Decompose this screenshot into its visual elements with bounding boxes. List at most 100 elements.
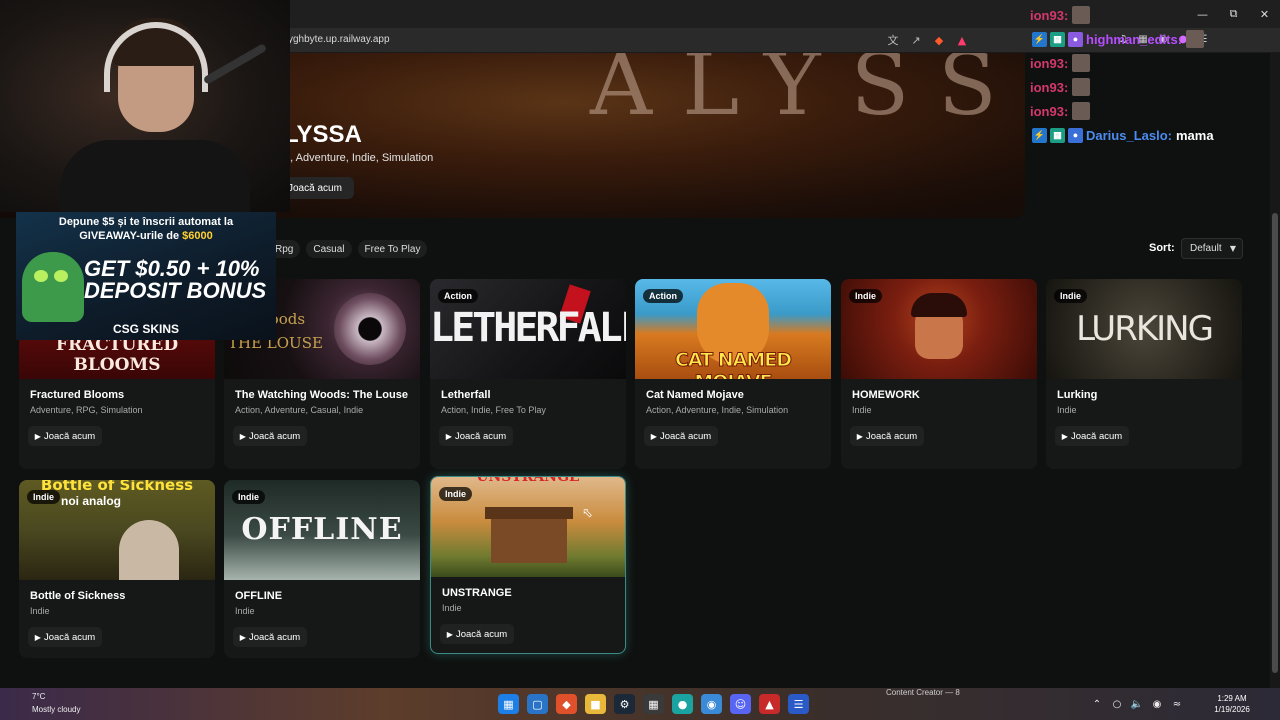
game-tags: Indie bbox=[30, 606, 50, 616]
play-button[interactable]: ▶ Joacă acum bbox=[233, 426, 307, 446]
system-clock[interactable]: 1:29 AM 1/19/2026 bbox=[1208, 693, 1256, 715]
game-tags: Adventure, RPG, Simulation bbox=[30, 405, 143, 415]
play-button[interactable]: ▶ Joacă acum bbox=[28, 426, 102, 446]
genre-badge: Indie bbox=[1054, 289, 1088, 303]
house-roof-graphic bbox=[485, 507, 573, 519]
weather-temperature[interactable]: 7°C bbox=[32, 692, 45, 701]
play-icon: ▶ bbox=[445, 431, 452, 441]
play-button[interactable]: ▶ Joacă acum bbox=[1055, 426, 1129, 446]
play-button[interactable]: ▶ Joacă acum bbox=[28, 627, 102, 647]
edge-icon[interactable]: ● bbox=[672, 694, 693, 714]
house-graphic bbox=[491, 517, 567, 563]
badge-icon: ⚡ bbox=[1032, 31, 1047, 47]
character-hair-graphic bbox=[911, 293, 967, 317]
chat-message: ion93: bbox=[1030, 75, 1250, 99]
thumbnail-subtitle-art: noi analog bbox=[61, 494, 121, 508]
calculator-icon[interactable]: ▦ bbox=[643, 694, 664, 714]
game-thumbnail[interactable]: Bottle of Sickness noi analog Indie bbox=[19, 480, 215, 580]
play-button[interactable]: ▶ Joacă acum bbox=[233, 627, 307, 647]
game-title[interactable]: OFFLINE bbox=[235, 590, 409, 603]
browser-icon[interactable]: ◆ bbox=[556, 694, 577, 714]
volume-icon[interactable]: 🔈 bbox=[1130, 697, 1144, 711]
game-thumbnail[interactable]: Indie bbox=[841, 279, 1037, 379]
game-title[interactable]: The Watching Woods: The Louse bbox=[235, 389, 409, 402]
streamer-webcam bbox=[0, 0, 290, 212]
game-title[interactable]: Cat Named Mojave bbox=[646, 389, 820, 402]
game-thumbnail[interactable]: OFFLINE Indie bbox=[224, 480, 420, 580]
genre-filter-bar: Rpg Casual Free To Play bbox=[268, 240, 428, 258]
play-button[interactable]: ▶ Joacă acum bbox=[439, 426, 513, 446]
thumbnail-title-art: UNSTRANGE bbox=[476, 477, 580, 485]
game-title[interactable]: Fractured Blooms bbox=[30, 389, 204, 402]
play-button[interactable]: ▶ Joacă acum bbox=[850, 426, 924, 446]
system-tray: ⌃ ○ 🔈 ◉ ≈ bbox=[1090, 697, 1184, 711]
weather-description[interactable]: Mostly cloudy bbox=[32, 705, 80, 714]
brave-rewards-icon[interactable]: ▲ bbox=[953, 32, 971, 48]
emote-icon bbox=[1072, 78, 1091, 96]
hero-title: LYSSA bbox=[284, 121, 362, 148]
play-icon: ▶ bbox=[446, 629, 453, 639]
chat-message: ⚡ ▦ ● Darius_Laslo: mama bbox=[1032, 123, 1250, 147]
game-card-bottle-of-sickness[interactable]: Bottle of Sickness noi analog Indie Bott… bbox=[19, 480, 215, 658]
genre-badge: Action bbox=[438, 289, 478, 303]
game-card-offline[interactable]: OFFLINE Indie OFFLINE Indie ▶ Joacă acum bbox=[224, 480, 420, 658]
thumbnail-title-art: LETHERFALL bbox=[430, 305, 626, 351]
game-thumbnail[interactable]: LURKING Indie bbox=[1046, 279, 1242, 379]
game-card-lurking[interactable]: LURKING Indie Lurking Indie ▶ Joacă acum bbox=[1046, 279, 1242, 469]
screen: — ⧉ ✕ yghbyte.up.railway.app 文 ↗ ◆ ▲ ♫ ▦… bbox=[0, 0, 1280, 720]
start-icon[interactable]: ▦ bbox=[498, 694, 519, 714]
discord-icon[interactable]: ☺ bbox=[730, 694, 751, 714]
app-icon[interactable]: ☰ bbox=[788, 694, 809, 714]
ad-mascot-graphic bbox=[22, 252, 84, 322]
genre-badge: Indie bbox=[27, 490, 61, 504]
steam-icon[interactable]: ⚙ bbox=[614, 694, 635, 714]
folder-icon[interactable]: ■ bbox=[585, 694, 606, 714]
game-title[interactable]: HOMEWORK bbox=[852, 389, 1026, 402]
chat-username: ion93: bbox=[1030, 79, 1069, 95]
badge-icon: ● bbox=[1068, 31, 1083, 47]
play-button[interactable]: ▶ Joacă acum bbox=[440, 624, 514, 644]
task-view-icon[interactable]: ▢ bbox=[527, 694, 548, 714]
filter-chip-casual[interactable]: Casual bbox=[306, 240, 352, 258]
network-icon[interactable]: ○ bbox=[1110, 697, 1124, 711]
game-title[interactable]: UNSTRANGE bbox=[442, 587, 614, 600]
brave-icon[interactable]: ▲ bbox=[759, 694, 780, 714]
badge-icon: ▦ bbox=[1050, 127, 1065, 143]
play-button[interactable]: ▶ Joacă acum bbox=[644, 426, 718, 446]
brave-shield-icon[interactable]: ◆ bbox=[930, 32, 948, 48]
game-title[interactable]: Bottle of Sickness bbox=[30, 590, 204, 603]
game-thumbnail[interactable]: CAT NAMED MOJAVE Action bbox=[635, 279, 831, 379]
translate-icon[interactable]: 文 bbox=[884, 32, 902, 48]
filter-chip-free-to-play[interactable]: Free To Play bbox=[357, 240, 428, 258]
game-card-unstrange[interactable]: UNSTRANGE Indie ⬁ UNSTRANGE Indie ▶ Joacă… bbox=[430, 476, 626, 654]
game-tags: Indie bbox=[1057, 405, 1077, 415]
game-thumbnail[interactable]: LETHERFALL Action bbox=[430, 279, 626, 379]
scrollbar-thumb[interactable] bbox=[1272, 213, 1278, 673]
hero-play-button[interactable]: Joacă acum bbox=[282, 177, 354, 199]
clock-time: 1:29 AM bbox=[1217, 694, 1247, 703]
game-card-homework[interactable]: Indie HOMEWORK Indie ▶ Joacă acum bbox=[841, 279, 1037, 469]
game-card-cat-named-mojave[interactable]: CAT NAMED MOJAVE Action Cat Named Mojave… bbox=[635, 279, 831, 469]
page-scrollbar[interactable] bbox=[1270, 53, 1280, 688]
microphone-icon[interactable]: ◉ bbox=[1150, 697, 1164, 711]
chrome-icon[interactable]: ◉ bbox=[701, 694, 722, 714]
close-icon[interactable]: ✕ bbox=[1249, 0, 1280, 28]
game-thumbnail[interactable]: UNSTRANGE Indie ⬁ bbox=[431, 477, 625, 577]
sort-select[interactable]: Default ▼ bbox=[1181, 238, 1243, 259]
genre-badge: Indie bbox=[849, 289, 883, 303]
game-tags: Action, Adventure, Casual, Indie bbox=[235, 405, 364, 415]
chevron-up-icon[interactable]: ⌃ bbox=[1090, 697, 1104, 711]
game-card-letherfall[interactable]: LETHERFALL Action Letherfall Action, Ind… bbox=[430, 279, 626, 469]
play-button-label: Joacă acum bbox=[659, 430, 712, 442]
wifi-icon[interactable]: ≈ bbox=[1170, 697, 1184, 711]
game-tags: Action, Indie, Free To Play bbox=[441, 405, 546, 415]
chat-message: ion93: bbox=[1030, 51, 1250, 75]
thumbnail-title-art: OFFLINE bbox=[241, 512, 403, 547]
ad-headline: Depune $5 și te înscrii automat la GIVEA… bbox=[16, 215, 276, 243]
game-title[interactable]: Lurking bbox=[1057, 389, 1231, 402]
play-button-label: Joacă acum bbox=[248, 430, 301, 442]
hero-art-text: ALYSSA bbox=[590, 53, 1025, 135]
share-icon[interactable]: ↗ bbox=[907, 32, 925, 48]
game-title[interactable]: Letherfall bbox=[441, 389, 615, 402]
url-text[interactable]: yghbyte.up.railway.app bbox=[288, 34, 390, 45]
